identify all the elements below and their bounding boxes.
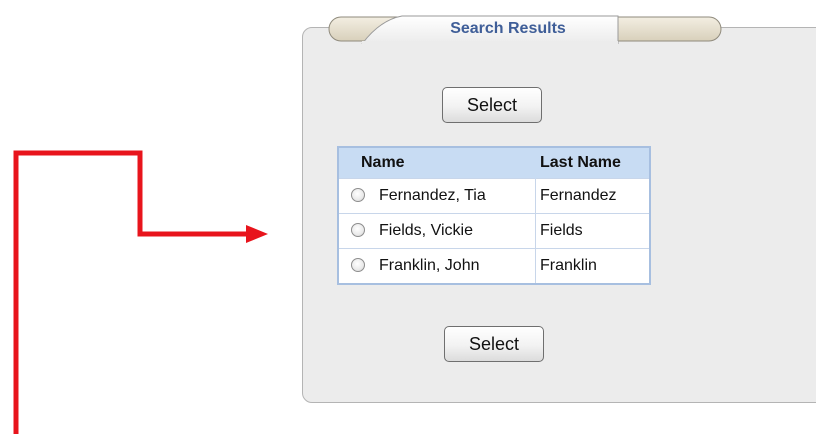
- column-header-last-name[interactable]: Last Name: [535, 148, 649, 179]
- select-button-top[interactable]: Select: [442, 87, 542, 123]
- table-row[interactable]: Franklin, John Franklin: [339, 248, 649, 283]
- radio-button-icon[interactable]: [351, 222, 365, 237]
- radio-button-icon[interactable]: [351, 187, 365, 202]
- row-name: Fields, Vickie: [379, 221, 473, 239]
- cell-name: Fields, Vickie: [339, 213, 536, 249]
- row-name: Franklin, John: [379, 256, 480, 274]
- results-table: Name Last Name Fernandez, Tia Fernandez …: [337, 146, 651, 285]
- row-name: Fernandez, Tia: [379, 186, 486, 204]
- select-button-bottom[interactable]: Select: [444, 326, 544, 362]
- row-last-name: Franklin: [535, 248, 649, 283]
- table-row[interactable]: Fernandez, Tia Fernandez: [339, 178, 649, 214]
- search-results-tab: Search Results: [328, 14, 724, 44]
- row-last-name: Fernandez: [535, 178, 649, 214]
- table-row[interactable]: Fields, Vickie Fields: [339, 213, 649, 249]
- cell-name: Franklin, John: [339, 248, 536, 283]
- panel-title: Search Results: [450, 20, 566, 37]
- row-last-name: Fields: [535, 213, 649, 249]
- radio-button-icon[interactable]: [351, 257, 365, 272]
- cell-name: Fernandez, Tia: [339, 178, 536, 214]
- table-header-row: Name Last Name: [339, 148, 649, 179]
- column-header-name[interactable]: Name: [339, 148, 536, 179]
